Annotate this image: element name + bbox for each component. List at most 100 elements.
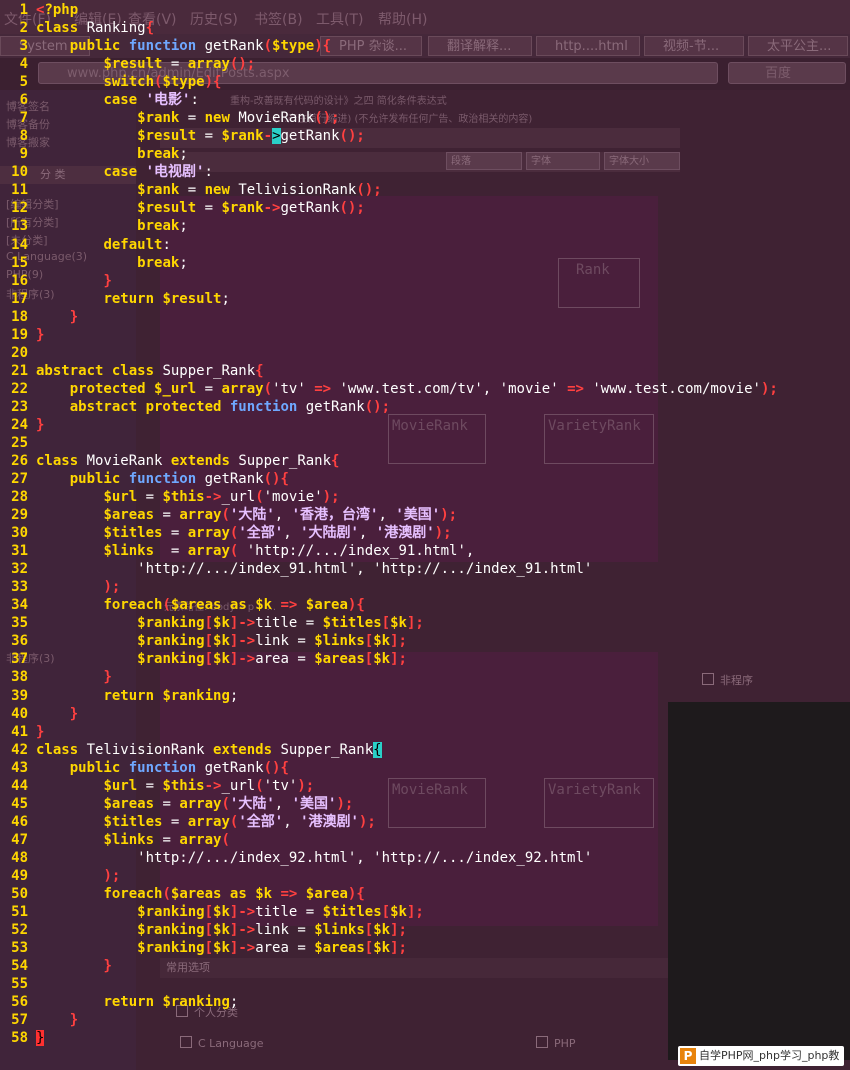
code-line[interactable]: 31 $links = array( 'http://.../index_91.… (0, 542, 850, 560)
code-token: new (204, 182, 239, 199)
code-line[interactable]: 26 class MovieRank extends Supper_Rank{ (0, 452, 850, 470)
code-line[interactable]: 27 public function getRank(){ (0, 470, 850, 488)
text-cursor: > (272, 128, 281, 145)
code-line[interactable]: 40 } (0, 705, 850, 723)
code-text: return $ranking; (36, 687, 238, 705)
code-line[interactable]: 24} (0, 416, 850, 434)
code-text: } (36, 308, 78, 326)
code-line[interactable]: 6 case '电影': (0, 91, 850, 109)
code-token: getRank (204, 38, 264, 55)
line-number: 35 (11, 615, 28, 632)
code-token: new (204, 110, 239, 127)
code-text: } (36, 668, 111, 686)
code-line[interactable]: 43 public function getRank(){ (0, 759, 850, 777)
code-token: } (36, 1030, 45, 1047)
code-line[interactable]: 3 public function getRank($type){ (0, 37, 850, 55)
code-editor[interactable]: 1 <?php 2 class Ranking{3 public function g… (0, 0, 850, 1070)
code-line[interactable]: 41} (0, 723, 850, 741)
code-token: $ranking (162, 687, 230, 704)
code-line[interactable]: 49 ); (0, 867, 850, 885)
code-token: return (103, 994, 163, 1011)
code-line[interactable]: 48 'http://.../index_92.html', 'http://.… (0, 849, 850, 867)
code-line[interactable]: 4 $result = array(); (0, 55, 850, 73)
code-line[interactable]: 35 $ranking[$k]->title = $titles[$k]; (0, 614, 850, 632)
code-line[interactable]: 46 $titles = array('全部', '港澳剧'); (0, 813, 850, 831)
code-token: array (187, 525, 230, 542)
code-token: Ranking (86, 20, 146, 37)
code-line[interactable]: 8 $result = $rank->getRank(); (0, 127, 850, 145)
code-line[interactable]: 15 break; (0, 254, 850, 272)
code-token: = (137, 777, 163, 794)
line-number: 30 (11, 525, 28, 542)
code-line[interactable]: 58} (0, 1029, 850, 1047)
code-text: } (36, 326, 44, 344)
code-token: ); (322, 489, 340, 506)
code-line[interactable]: 5 switch($type){ (0, 73, 850, 91)
code-token: return (103, 687, 163, 704)
code-text: } (36, 1011, 78, 1029)
code-token: 'movie' (263, 489, 323, 506)
code-line[interactable]: 44 $url = $this->_url('tv'); (0, 777, 850, 795)
code-token: link = (255, 633, 315, 650)
code-line[interactable]: 33 ); (0, 578, 850, 596)
code-line[interactable]: 19} (0, 326, 850, 344)
code-line[interactable]: 51 $ranking[$k]->title = $titles[$k]; (0, 903, 850, 921)
code-token: ]-> (229, 904, 256, 920)
code-line[interactable]: 10 case '电视剧': (0, 163, 850, 181)
code-token: ]; (406, 904, 424, 920)
code-line[interactable]: 54 } (0, 957, 850, 975)
code-line[interactable]: 22 protected $_url = array('tv' => 'www.… (0, 380, 850, 398)
code-line[interactable]: 25 (0, 434, 850, 452)
code-line[interactable]: 55 (0, 975, 850, 993)
code-line[interactable]: 30 $titles = array('全部', '大陆剧', '港澳剧'); (0, 524, 850, 542)
code-line[interactable]: 21 abstract class Supper_Rank{ (0, 362, 850, 380)
code-line[interactable]: 7 $rank = new MovieRank(); (0, 109, 850, 127)
code-token: { (145, 20, 155, 37)
code-line[interactable]: 45 $areas = array('大陆', '美国'); (0, 795, 850, 813)
code-line[interactable]: 37 $ranking[$k]->area = $areas[$k]; (0, 650, 850, 668)
code-line[interactable]: 17 return $result; (0, 290, 850, 308)
code-line[interactable]: 50 foreach($areas as $k => $area){ (0, 885, 850, 903)
code-line[interactable]: 36 $ranking[$k]->link = $links[$k]; (0, 632, 850, 650)
code-token: array (179, 795, 222, 812)
code-line[interactable]: 12 $result = $rank->getRank(); (0, 199, 850, 217)
code-line[interactable]: 42 class TelivisionRank extends Supper_Ra… (0, 741, 850, 759)
code-token: $titles (103, 525, 163, 542)
code-token: foreach (103, 597, 163, 614)
code-line[interactable]: 23 abstract protected function getRank()… (0, 398, 850, 416)
code-line[interactable]: 47 $links = array( (0, 831, 850, 849)
line-number: 12 (11, 200, 28, 217)
code-token: '全部' (238, 525, 284, 542)
code-line[interactable]: 28 $url = $this->_url('movie'); (0, 488, 850, 506)
code-line[interactable]: 32 'http://.../index_91.html', 'http://.… (0, 560, 850, 578)
code-line[interactable]: 2 class Ranking{ (0, 19, 850, 37)
code-line[interactable]: 9 break; (0, 145, 850, 163)
code-token: (); (339, 200, 365, 217)
code-line[interactable]: 1 <?php (0, 1, 850, 19)
code-token: $area (305, 597, 348, 614)
code-line[interactable]: 18 } (0, 308, 850, 326)
code-line[interactable]: 16 } (0, 272, 850, 290)
code-token: ; (229, 687, 239, 704)
code-line[interactable]: 39 return $ranking; (0, 687, 850, 705)
code-token: '美国' (395, 507, 441, 524)
code-line[interactable]: 38 } (0, 668, 850, 686)
code-token: $areas (170, 885, 222, 902)
code-line[interactable]: 14 default: (0, 236, 850, 254)
code-line[interactable]: 52 $ranking[$k]->link = $links[$k]; (0, 921, 850, 939)
code-line[interactable]: 56 return $ranking; (0, 993, 850, 1011)
code-line[interactable]: 13 break; (0, 217, 850, 235)
code-token: 'www.test.com/movie' (583, 380, 761, 397)
code-text: $links = array( (36, 831, 229, 849)
code-token: [ (364, 651, 374, 668)
code-line[interactable]: 11 $rank = new TelivisionRank(); (0, 181, 850, 199)
code-line[interactable]: 20 (0, 344, 850, 362)
code-line[interactable]: 29 $areas = array('大陆', '香港，台湾', '美国'); (0, 506, 850, 524)
code-line[interactable]: 53 $ranking[$k]->area = $areas[$k]; (0, 939, 850, 957)
code-line[interactable]: 34 foreach($areas as $k => $area){ (0, 596, 850, 614)
code-token: = (196, 128, 222, 145)
code-line[interactable]: 57 } (0, 1011, 850, 1029)
code-token: 'tv' (272, 380, 315, 397)
